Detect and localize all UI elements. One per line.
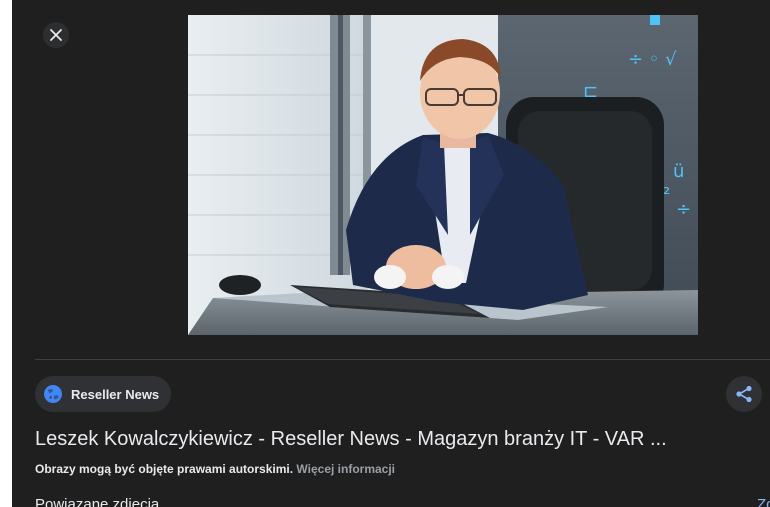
- section-divider: [35, 359, 770, 360]
- svg-text:÷: ÷: [676, 199, 691, 220]
- source-label: Reseller News: [71, 386, 160, 402]
- image-title-link[interactable]: Leszek Kowalczykiewicz - Reseller News -…: [35, 427, 755, 451]
- svg-text:÷ ◦ √: ÷ ◦ √: [628, 49, 677, 70]
- share-button[interactable]: [726, 376, 762, 412]
- svg-text:²: ²: [663, 184, 670, 205]
- more-info-link[interactable]: Więcej informacji: [296, 462, 395, 476]
- copyright-text: Obrazy mogą być objęte prawami autorskim…: [35, 462, 294, 476]
- portrait-photo: ÷ ◦ √ ⊏ ü ² ÷: [188, 15, 698, 335]
- svg-text:ü: ü: [673, 161, 684, 182]
- share-icon: [736, 385, 752, 403]
- copyright-notice: Obrazy mogą być objęte prawami autorskim…: [35, 462, 395, 476]
- globe-icon: [43, 384, 63, 404]
- see-more-link[interactable]: Zo: [757, 496, 770, 507]
- source-chip[interactable]: Reseller News: [35, 376, 172, 412]
- close-icon: [50, 29, 62, 41]
- preview-image[interactable]: ÷ ◦ √ ⊏ ü ² ÷: [188, 15, 698, 335]
- related-images-heading: Powiązane zdjęcia: [35, 496, 160, 507]
- image-viewer-panel: ÷ ◦ √ ⊏ ü ² ÷ Reseller News Leszek Kowal…: [12, 0, 770, 507]
- close-button[interactable]: [43, 22, 69, 48]
